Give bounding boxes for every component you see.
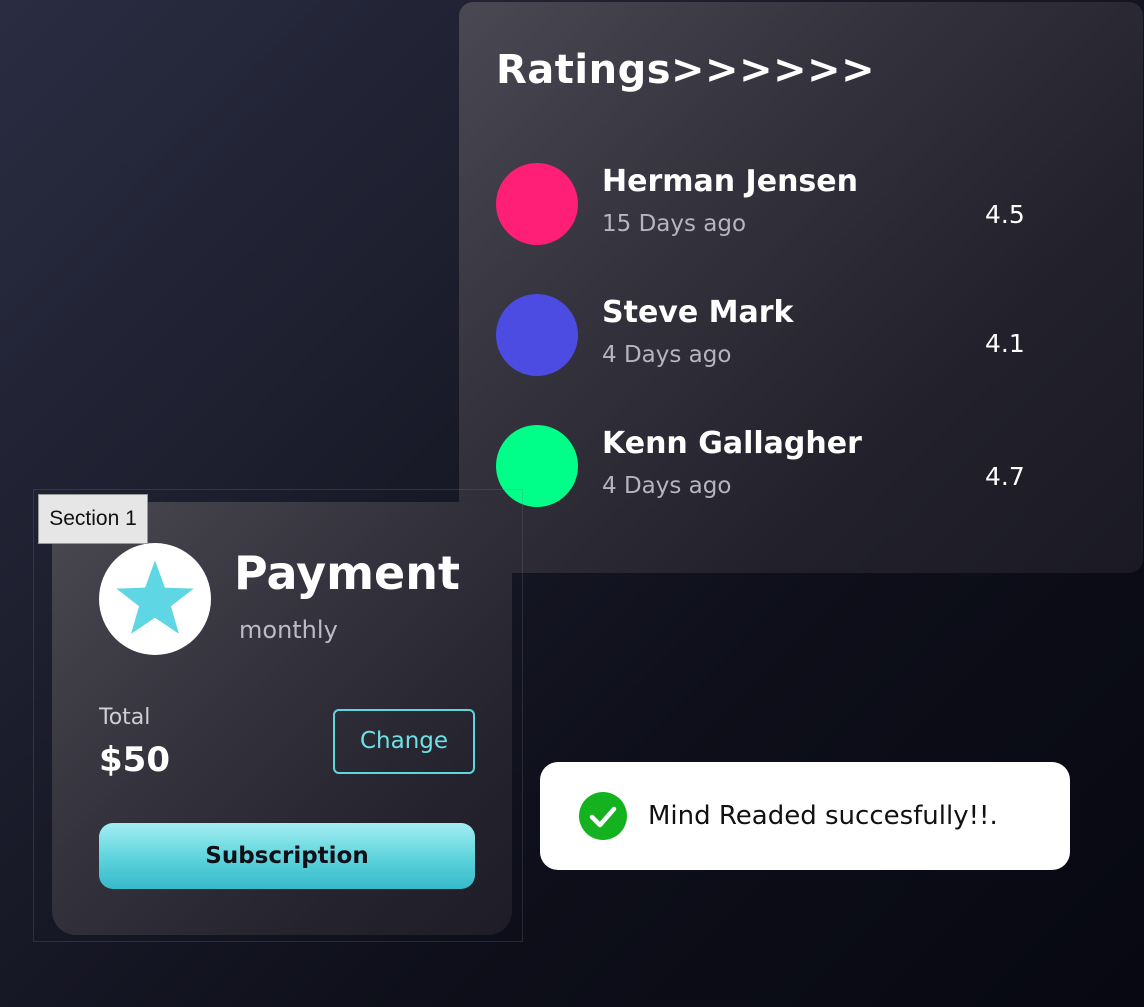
total-value: $50 <box>99 740 170 780</box>
check-icon <box>579 792 627 840</box>
toast-message: Mind Readed succesfully!!. <box>648 801 998 831</box>
ratings-title: Ratings>>>>>> <box>496 47 876 93</box>
rating-name: Steve Mark <box>602 295 794 330</box>
change-button[interactable]: Change <box>333 709 475 774</box>
rating-name: Herman Jensen <box>602 164 858 199</box>
payment-period: monthly <box>239 616 338 644</box>
payment-title: Payment <box>234 546 460 600</box>
rating-time: 4 Days ago <box>602 473 732 499</box>
rating-item-steve-mark[interactable]: Steve Mark 4 Days ago 4.1 <box>496 294 1096 378</box>
total-label: Total <box>99 705 151 730</box>
section-label: Section 1 <box>38 494 148 544</box>
rating-item-herman-jensen[interactable]: Herman Jensen 15 Days ago 4.5 <box>496 163 1096 247</box>
rating-time: 15 Days ago <box>602 211 747 237</box>
avatar <box>496 163 578 245</box>
rating-score: 4.1 <box>985 329 1025 358</box>
subscription-button[interactable]: Subscription <box>99 823 475 889</box>
ratings-card: Ratings>>>>>> Herman Jensen 15 Days ago … <box>459 2 1143 573</box>
rating-name: Kenn Gallagher <box>602 426 862 461</box>
rating-time: 4 Days ago <box>602 342 732 368</box>
avatar <box>496 294 578 376</box>
rating-score: 4.7 <box>985 462 1025 491</box>
rating-score: 4.5 <box>985 200 1025 229</box>
payment-card: Payment monthly Total $50 Change Subscri… <box>52 502 512 935</box>
success-toast: Mind Readed succesfully!!. <box>540 762 1070 870</box>
star-badge <box>99 543 211 655</box>
rating-item-kenn-gallagher[interactable]: Kenn Gallagher 4 Days ago 4.7 <box>496 425 1096 509</box>
star-icon <box>116 560 194 634</box>
